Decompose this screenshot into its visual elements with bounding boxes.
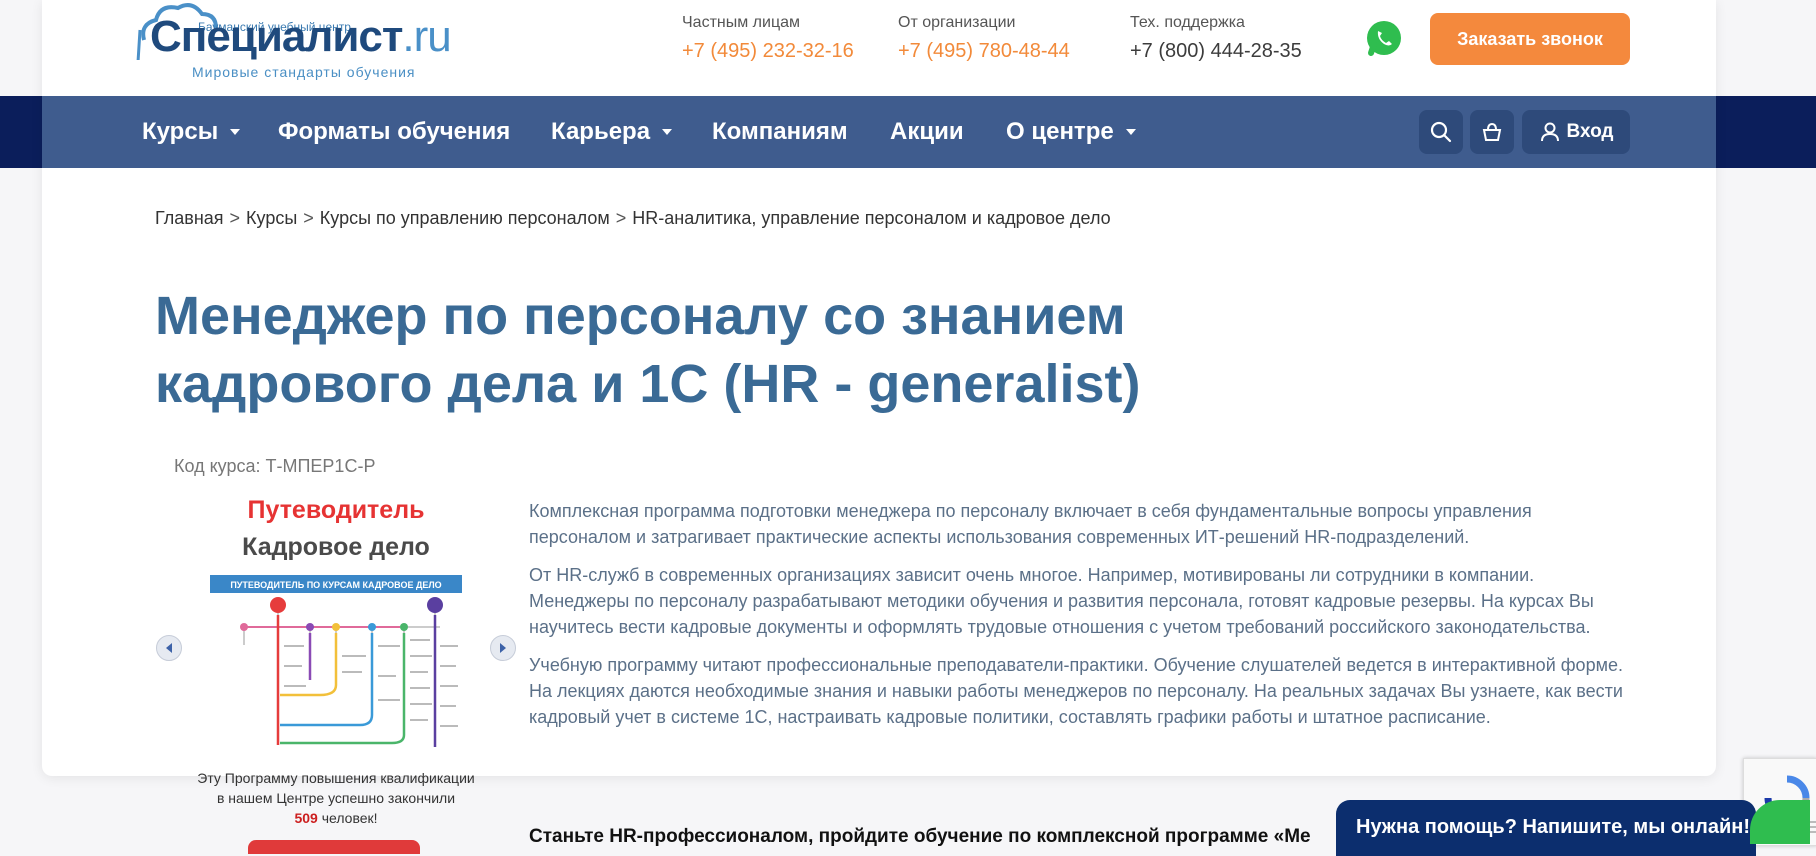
main-nav: Курсы Форматы обучения Карьера Компаниям… bbox=[42, 96, 1716, 168]
whatsapp-icon[interactable] bbox=[1365, 19, 1403, 57]
breadcrumb-item-hr-analytics[interactable]: HR-аналитика, управление персоналом и ка… bbox=[632, 208, 1110, 228]
search-button[interactable] bbox=[1419, 110, 1463, 154]
breadcrumb: Главная > Курсы > Курсы по управлению персон… bbox=[155, 208, 1111, 229]
breadcrumb-separator: > bbox=[303, 208, 314, 228]
guide-image-header: ПУТЕВОДИТЕЛЬ ПО КУРСАМ КАДРОВОЕ ДЕЛО bbox=[230, 580, 441, 590]
page-title: Менеджер по персоналу со знанием кадровог… bbox=[155, 286, 1141, 414]
nav-item-career[interactable]: Карьера bbox=[551, 96, 673, 168]
nav-item-label: О центре bbox=[1006, 118, 1114, 145]
description-paragraph: Комплексная программа подготовки менедже… bbox=[529, 501, 1532, 547]
nav-item-about[interactable]: О центре bbox=[1006, 96, 1136, 168]
nav-item-label: Курсы bbox=[142, 118, 219, 145]
contact-label: Частным лицам bbox=[682, 14, 801, 31]
chevron-down-icon bbox=[1125, 129, 1136, 135]
chevron-down-icon bbox=[230, 129, 241, 135]
breadcrumb-item-home[interactable]: Главная bbox=[155, 208, 224, 228]
graduates-stat: Эту Программу повышения квалификации в н… bbox=[180, 768, 492, 828]
contact-label: От организации bbox=[898, 14, 1016, 31]
breadcrumb-separator: > bbox=[229, 208, 241, 228]
contact-phone[interactable]: +7 (495) 780-48-44 bbox=[898, 40, 1070, 63]
contact-phone[interactable]: +7 (495) 232-32-16 bbox=[682, 40, 854, 63]
course-code: Код курса: Т-МПЕР1С-Р bbox=[174, 456, 376, 476]
guide-title[interactable]: Путеводитель bbox=[196, 496, 476, 525]
contact-organizations: От организации +7 (495) 780-48-44 bbox=[898, 14, 1070, 63]
user-icon bbox=[1540, 122, 1559, 142]
logo-name: Специалист.ru bbox=[150, 12, 452, 61]
chat-widget[interactable]: Нужна помощь? Напишите, мы онлайн! bbox=[1336, 800, 1756, 856]
breadcrumb-item-hr-courses[interactable]: Курсы по управлению персоналом bbox=[320, 208, 610, 228]
logo-tagline: Мировые стандарты обучения bbox=[192, 64, 416, 80]
order-call-button[interactable]: Заказать звонок bbox=[1430, 13, 1630, 65]
graduates-count: 509 bbox=[294, 810, 318, 826]
course-description: Комплексная программа подготовки менедже… bbox=[529, 498, 1629, 742]
description-paragraph: Учебную программу читают профессиональны… bbox=[529, 655, 1623, 727]
site-logo[interactable]: Бауманский учебный центр Специалист.ru М… bbox=[130, 0, 452, 82]
guide-action-button[interactable] bbox=[248, 840, 420, 854]
login-label: Вход bbox=[1566, 121, 1614, 142]
contact-individuals: Частным лицам +7 (495) 232-32-16 bbox=[682, 14, 854, 63]
nav-item-label: Компаниям bbox=[712, 118, 848, 145]
chevron-down-icon bbox=[662, 129, 673, 135]
contact-label: Тех. поддержка bbox=[1130, 14, 1245, 31]
breadcrumb-item-courses[interactable]: Курсы bbox=[246, 208, 297, 228]
guide-image[interactable]: ПУТЕВОДИТЕЛЬ ПО КУРСАМ КАДРОВОЕ ДЕЛО bbox=[210, 575, 462, 753]
nav-item-formats[interactable]: Форматы обучения bbox=[278, 96, 510, 168]
breadcrumb-separator: > bbox=[615, 208, 627, 228]
cart-button[interactable] bbox=[1470, 110, 1514, 154]
nav-item-label: Форматы обучения bbox=[278, 118, 511, 145]
stat-line: в нашем Центре успешно закончили bbox=[216, 790, 456, 806]
stat-unit: человек! bbox=[321, 810, 378, 826]
nav-item-courses[interactable]: Курсы bbox=[142, 96, 241, 168]
nav-item-promotions[interactable]: Акции bbox=[890, 96, 964, 168]
arrow-left-icon bbox=[166, 643, 172, 653]
login-button[interactable]: Вход bbox=[1522, 110, 1630, 154]
nav-item-companies[interactable]: Компаниям bbox=[712, 96, 848, 168]
description-paragraph: От HR-служб в современных организациях з… bbox=[529, 565, 1594, 637]
promo-line: Станьте HR-профессионалом, пройдите обуч… bbox=[529, 826, 1311, 847]
contact-phone[interactable]: +7 (800) 444-28-35 bbox=[1130, 40, 1302, 63]
guide-subtitle[interactable]: Кадровое дело bbox=[196, 533, 476, 562]
arrow-right-icon bbox=[500, 643, 506, 653]
stat-line: Эту Программу повышения квалификации bbox=[197, 770, 475, 786]
carousel-prev-button[interactable] bbox=[156, 635, 182, 661]
search-icon bbox=[1430, 121, 1452, 143]
contact-support: Тех. поддержка +7 (800) 444-28-35 bbox=[1130, 14, 1302, 63]
basket-icon bbox=[1482, 122, 1502, 141]
nav-item-label: Акции bbox=[890, 118, 964, 145]
nav-item-label: Карьера bbox=[551, 118, 651, 145]
carousel-next-button[interactable] bbox=[490, 635, 516, 661]
